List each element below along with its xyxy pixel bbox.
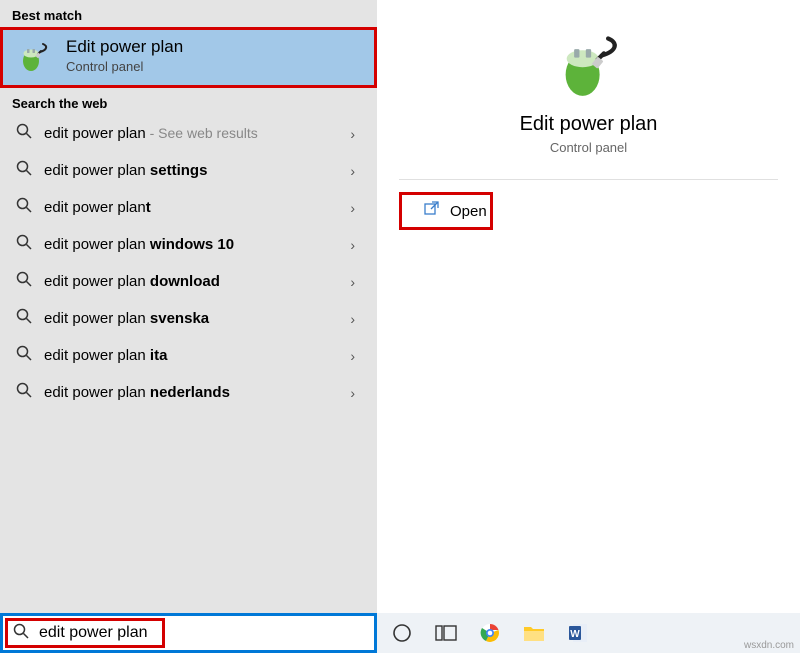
web-result-item[interactable]: edit power plan nederlands › [0, 374, 377, 411]
divider [399, 179, 778, 180]
search-input[interactable] [39, 624, 364, 642]
search-results-panel: Best match Edit power plan Control panel… [0, 0, 377, 613]
open-button[interactable]: Open [399, 192, 493, 230]
web-result-label: edit power plant [44, 199, 151, 216]
task-view-icon[interactable] [435, 622, 457, 644]
web-result-label: edit power plan settings [44, 162, 207, 179]
web-result-item[interactable]: edit power plant › [0, 189, 377, 226]
detail-title: Edit power plan [520, 113, 658, 136]
chevron-right-icon[interactable]: › [350, 126, 361, 142]
power-plan-icon [555, 30, 623, 103]
search-icon [16, 197, 32, 218]
search-icon [16, 123, 32, 144]
chevron-right-icon[interactable]: › [350, 200, 361, 216]
detail-subtitle: Control panel [550, 140, 627, 155]
chevron-right-icon[interactable]: › [350, 237, 361, 253]
file-explorer-icon[interactable] [523, 622, 545, 644]
web-result-label: edit power plan svenska [44, 310, 209, 327]
open-label: Open [450, 203, 487, 220]
best-match-title: Edit power plan [66, 37, 183, 57]
search-icon [16, 382, 32, 403]
web-result-label: edit power plan download [44, 273, 220, 290]
web-results-list: edit power plan - See web results›edit p… [0, 115, 377, 411]
search-web-header: Search the web [0, 88, 377, 115]
power-plan-icon [16, 38, 52, 74]
web-result-label: edit power plan nederlands [44, 384, 230, 401]
chrome-icon[interactable] [479, 622, 501, 644]
watermark: wsxdn.com [744, 640, 794, 651]
web-result-item[interactable]: edit power plan settings › [0, 152, 377, 189]
chevron-right-icon[interactable]: › [350, 163, 361, 179]
best-match-item[interactable]: Edit power plan Control panel [0, 27, 377, 88]
chevron-right-icon[interactable]: › [350, 274, 361, 290]
chevron-right-icon[interactable]: › [350, 348, 361, 364]
open-icon [424, 201, 440, 221]
search-icon [16, 271, 32, 292]
search-icon [16, 308, 32, 329]
chevron-right-icon[interactable]: › [350, 385, 361, 401]
chevron-right-icon[interactable]: › [350, 311, 361, 327]
search-icon [16, 160, 32, 181]
detail-panel: Edit power plan Control panel Open [377, 0, 800, 613]
best-match-subtitle: Control panel [66, 59, 183, 74]
search-icon [16, 345, 32, 366]
web-result-item[interactable]: edit power plan download › [0, 263, 377, 300]
search-icon [13, 623, 29, 644]
best-match-header: Best match [0, 0, 377, 27]
cortana-icon[interactable] [391, 622, 413, 644]
search-icon [16, 234, 32, 255]
web-result-label: edit power plan - See web results [44, 125, 258, 142]
taskbar: W [377, 613, 800, 653]
web-result-item[interactable]: edit power plan svenska › [0, 300, 377, 337]
web-result-item[interactable]: edit power plan windows 10 › [0, 226, 377, 263]
web-result-label: edit power plan windows 10 [44, 236, 234, 253]
svg-text:W: W [570, 629, 580, 640]
web-result-item[interactable]: edit power plan - See web results › [0, 115, 377, 152]
word-icon[interactable]: W [567, 622, 589, 644]
search-bar[interactable] [0, 613, 377, 653]
web-result-item[interactable]: edit power plan ita › [0, 337, 377, 374]
web-result-label: edit power plan ita [44, 347, 167, 364]
